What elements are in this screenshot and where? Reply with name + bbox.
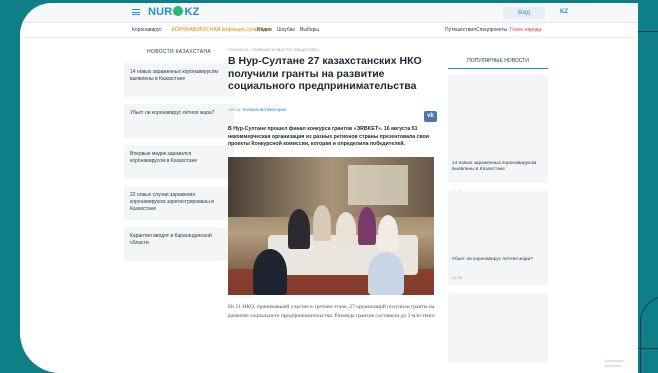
- article: 2019 08 19 · ГЛАВНЫЕ НОВОСТИ / ОБЩЕСТВО …: [228, 47, 437, 321]
- left-news-item[interactable]: 14 новых зараженных коронавирусом выявле…: [124, 63, 234, 97]
- author-name[interactable]: Копжанова Виктория: [243, 107, 287, 112]
- left-sidebar: НОВОСТИ КАЗАХСТАНА 14 новых зараженных к…: [124, 49, 234, 268]
- nav-item-showbiz[interactable]: Шоубиз: [277, 27, 295, 33]
- popular-news-time: 12:46: [452, 275, 463, 280]
- nav-item-coronavirus[interactable]: Коронавирус: [132, 27, 162, 33]
- article-body: Из 51 НКО, принимавшей участие в третьем…: [228, 304, 435, 319]
- logo-dot-icon: [173, 6, 184, 16]
- article-author: Автор: Копжанова Виктория: [228, 107, 436, 112]
- nav-item-elections[interactable]: Выборы: [300, 27, 319, 33]
- vk-icon: vk: [427, 113, 434, 119]
- left-sidebar-heading: НОВОСТИ КАЗАХСТАНА: [147, 49, 211, 55]
- popular-news-title[interactable]: 14 новых зараженных коронавирусом выявле…: [452, 161, 542, 174]
- left-news-item[interactable]: Убьет ли коронавирус летняя жара?: [124, 104, 234, 138]
- right-sidebar-heading: ПОПУЛЯРНЫЕ НОВОСТИ: [448, 58, 548, 69]
- vk-share-button[interactable]: vk: [424, 111, 437, 122]
- nav-item-specprojects[interactable]: Спецпроекты: [476, 27, 507, 33]
- breadcrumb[interactable]: 2019 08 19 · ГЛАВНЫЕ НОВОСТИ / ОБЩЕСТВО: [228, 47, 436, 52]
- browser-screen: NUR KZ Вxiд KZ Коронавирус КОРОНАВИРУСНАЯ…: [20, 3, 638, 373]
- article-title: В Нур-Султане 27 казахстанских НКО получ…: [228, 55, 422, 93]
- left-news-item[interactable]: Карантин вводят в Карагандинской области: [124, 227, 234, 261]
- popular-news-title[interactable]: Убьет ли коронавирус летняя жара?: [452, 257, 542, 263]
- windows-activation-watermark: Активация Windows: [605, 358, 625, 368]
- left-news-item[interactable]: 22 новых случая заражения коронавирусом …: [124, 186, 234, 220]
- popular-news-card[interactable]: Убьет ли коронавирус летняя жара? 12:46: [448, 191, 548, 285]
- nav-item-travel[interactable]: Путешествия: [445, 27, 476, 33]
- right-sidebar: ПОПУЛЯРНЫЕ НОВОСТИ 14 новых зараженных к…: [448, 58, 548, 371]
- popular-news-card[interactable]: 14 новых зараженных коронавирусом выявле…: [448, 75, 548, 194]
- main-navigation: Коронавирус КОРОНАВИРУСНАЯ инфекция Jysa…: [20, 24, 638, 38]
- article-photo: [228, 157, 434, 296]
- article-lead: В Нур-Султане прошел финал конкурса гран…: [228, 125, 429, 148]
- language-switch[interactable]: KZ: [560, 9, 568, 15]
- site-header: NUR KZ Вxiд KZ: [20, 3, 638, 23]
- menu-icon[interactable]: [132, 9, 140, 15]
- author-label: Автор:: [228, 106, 242, 112]
- login-button[interactable]: Вxiд: [503, 7, 545, 19]
- nav-item-voice[interactable]: Голос народа: [510, 27, 541, 33]
- popular-news-card[interactable]: [448, 293, 548, 363]
- site-logo[interactable]: NUR KZ: [148, 6, 200, 18]
- left-news-item[interactable]: Впервые медик заразился коронавирусом в …: [124, 145, 234, 179]
- nav-item-video[interactable]: Видео: [257, 27, 272, 33]
